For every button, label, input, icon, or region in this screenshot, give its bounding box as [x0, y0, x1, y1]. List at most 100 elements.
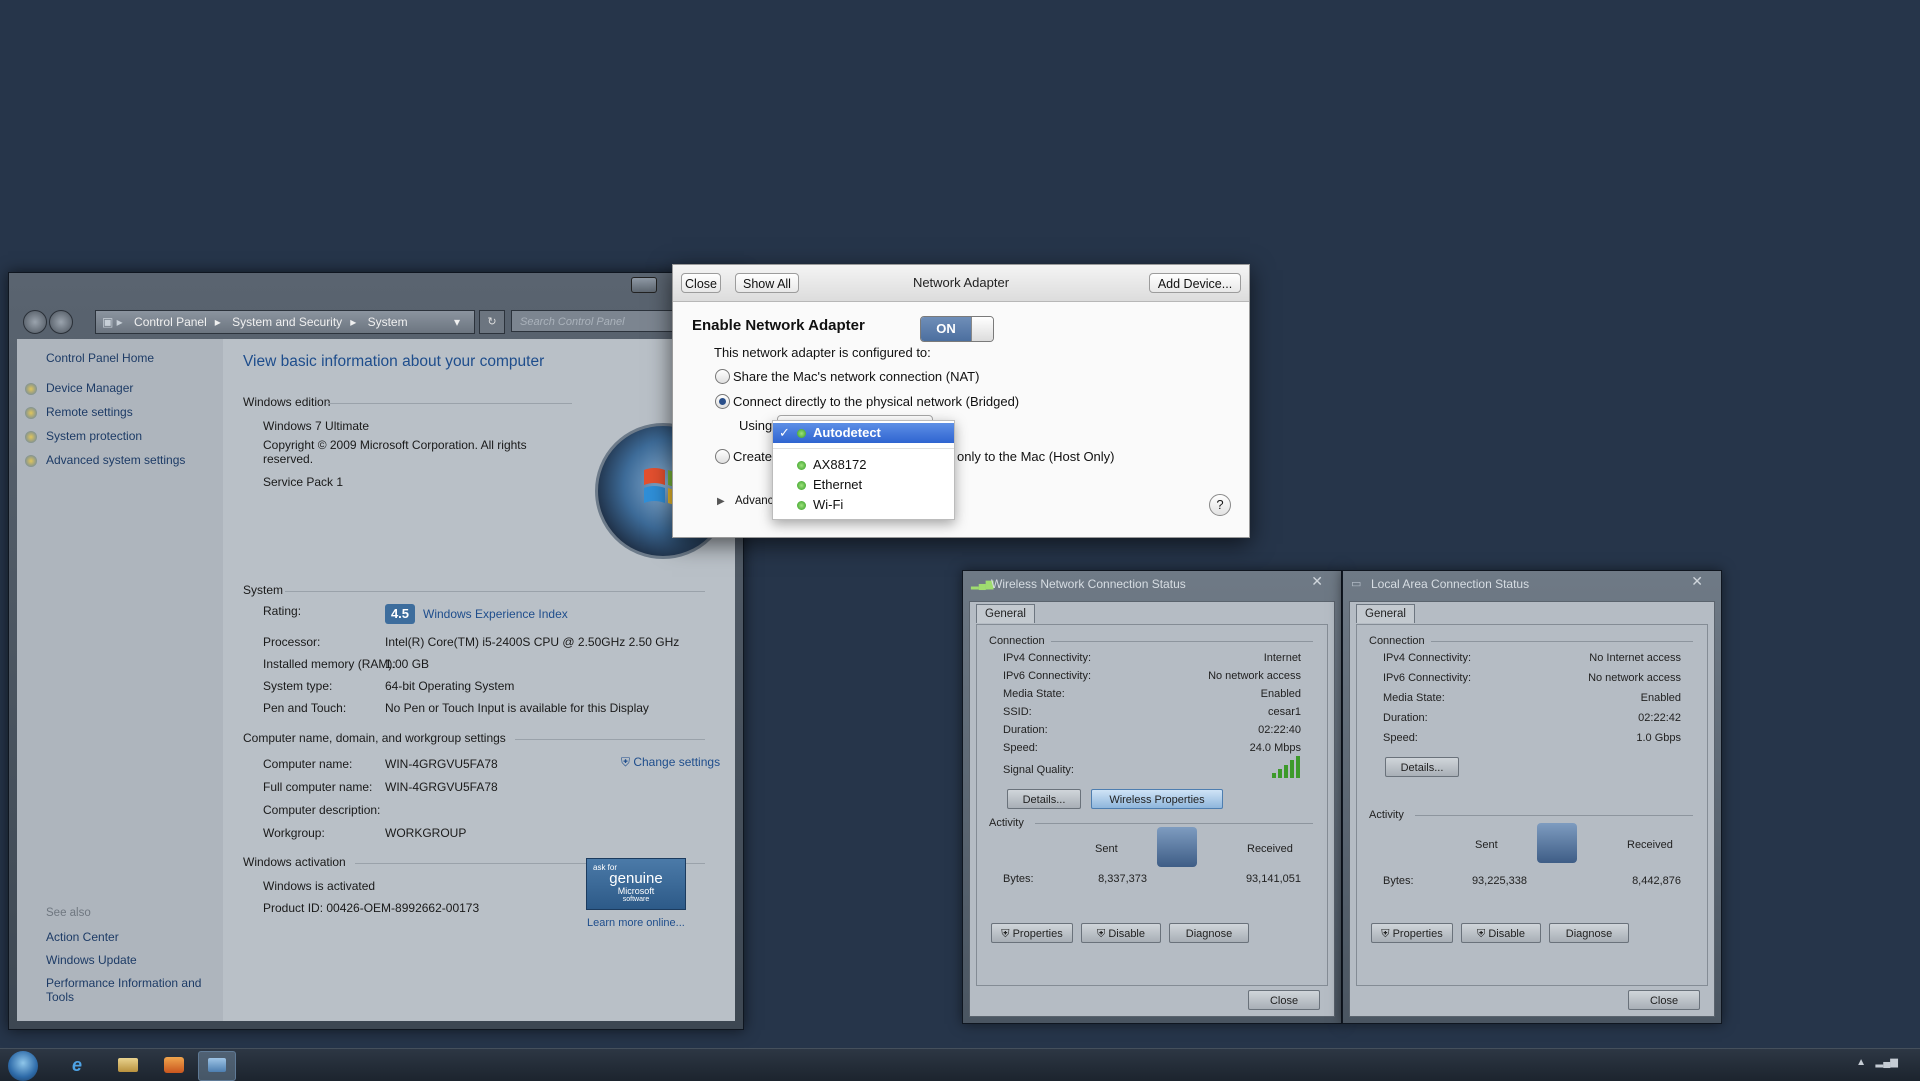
forward-button[interactable] — [49, 310, 73, 334]
tab-general[interactable]: General — [1356, 604, 1415, 623]
windows-experience-index-link[interactable]: Windows Experience Index — [423, 607, 568, 621]
breadcrumb-separator-icon: ▸ — [214, 315, 221, 329]
refresh-button[interactable]: ↻ — [479, 310, 505, 334]
host-only-suffix[interactable]: only to the Mac (Host Only) — [957, 449, 1115, 464]
windows-update-link[interactable]: Windows Update — [46, 953, 137, 967]
pen-touch-value: No Pen or Touch Input is available for t… — [385, 701, 649, 715]
checkmark-icon: ✓ — [779, 425, 790, 440]
wei-score-badge[interactable]: 4.5 — [385, 604, 415, 624]
minimize-button[interactable] — [631, 277, 657, 293]
genuine-microsoft-logo: ask for genuine Microsoft software — [586, 858, 686, 910]
bytes-sent-value: 8,337,373 — [1098, 873, 1147, 885]
dropdown-item-autodetect[interactable]: ✓ Autodetect — [773, 423, 954, 443]
duration-label: Duration: — [1383, 712, 1428, 724]
advanced-system-settings-link[interactable]: Advanced system settings — [46, 453, 185, 467]
performance-information-link[interactable]: Performance Information and Tools — [46, 976, 216, 1004]
enable-adapter-toggle[interactable]: ON — [920, 316, 994, 342]
address-bar[interactable]: ▣ ▸ Control Panel ▸ System and Security ▸ … — [95, 310, 475, 334]
wireless-properties-button[interactable]: Wireless Properties — [1091, 789, 1223, 809]
signal-bars-icon — [1272, 756, 1300, 778]
network-icon: ▭ — [1351, 578, 1362, 590]
disclosure-triangle-icon[interactable]: ▶ — [717, 496, 725, 507]
tab-row: General — [1356, 604, 1415, 623]
add-device-button[interactable]: Add Device... — [1149, 273, 1241, 293]
change-settings-label: Change settings — [633, 755, 721, 769]
close-button[interactable]: Close — [1248, 990, 1320, 1010]
shield-icon — [25, 383, 37, 395]
dropdown-item-ax88172[interactable]: AX88172 — [773, 455, 954, 475]
bytes-label: Bytes: — [1383, 875, 1414, 887]
details-button[interactable]: Details... — [1385, 757, 1459, 777]
dropdown-item-wifi[interactable]: Wi-Fi — [773, 495, 954, 515]
ram-value: 1.00 GB — [385, 657, 430, 671]
ssid-value: cesar1 — [1267, 706, 1301, 718]
advanced-disclosure-label[interactable]: Advanc — [735, 495, 773, 507]
dropdown-item-label: Wi-Fi — [813, 497, 844, 512]
chevron-down-icon[interactable]: ▾ — [454, 311, 460, 333]
media-player-icon[interactable] — [164, 1057, 184, 1073]
workgroup-label: Workgroup: — [263, 826, 325, 840]
details-button[interactable]: Details... — [1007, 789, 1081, 809]
folder-icon[interactable] — [118, 1058, 138, 1072]
tab-pane: Connection IPv4 Connectivity: Internet I… — [976, 624, 1328, 986]
remote-settings-link[interactable]: Remote settings — [46, 405, 133, 419]
windows-edition-value: Windows 7 Ultimate — [263, 419, 370, 433]
disable-button[interactable]: ⛨ Disable — [1461, 923, 1541, 943]
control-panel-icon — [208, 1058, 226, 1072]
workgroup-value: WORKGROUP — [385, 826, 467, 840]
ipv4-label: IPv4 Connectivity: — [1383, 652, 1472, 664]
bytes-label: Bytes: — [1003, 873, 1034, 885]
connection-heading: Connection — [1369, 635, 1425, 647]
host-only-radio[interactable] — [715, 449, 730, 464]
bridged-radio[interactable] — [715, 394, 730, 409]
computer-name-label: Computer name: — [263, 757, 353, 771]
host-only-prefix[interactable]: Create — [733, 449, 772, 464]
internet-explorer-icon[interactable]: e — [72, 1055, 92, 1075]
tab-general[interactable]: General — [976, 604, 1035, 623]
close-button[interactable]: Close — [1628, 990, 1700, 1010]
close-icon[interactable]: ✕ — [1691, 573, 1703, 590]
network-tray-icon[interactable]: ▂▄▆ — [1876, 1057, 1898, 1068]
bridged-option-label[interactable]: Connect directly to the physical network… — [733, 394, 1019, 409]
system-titlebar[interactable] — [9, 273, 743, 307]
divider — [1051, 641, 1313, 642]
chevron-up-icon[interactable]: ▲ — [1856, 1057, 1866, 1068]
device-manager-link[interactable]: Device Manager — [46, 381, 133, 395]
activity-heading: Activity — [1369, 809, 1404, 821]
using-label: Using — [739, 418, 773, 433]
network-activity-icon — [1157, 827, 1197, 867]
media-state-value: Enabled — [1260, 688, 1301, 700]
properties-button[interactable]: ⛨ Properties — [1371, 923, 1453, 943]
windows-edition-heading: Windows edition — [243, 395, 331, 409]
breadcrumb-system[interactable]: System — [368, 315, 408, 329]
diagnose-button[interactable]: Diagnose — [1169, 923, 1249, 943]
toggle-knob[interactable] — [971, 317, 993, 341]
genuine-line-2: genuine — [609, 870, 663, 887]
dropdown-item-ethernet[interactable]: Ethernet — [773, 475, 954, 495]
dialog-toolbar: Close Show All Network Adapter Add Devic… — [673, 265, 1249, 302]
disable-label: Disable — [1488, 928, 1525, 940]
window-title: Local Area Connection Status — [1371, 577, 1530, 591]
help-button[interactable]: ? — [1209, 494, 1231, 516]
speed-value: 24.0 Mbps — [1249, 742, 1301, 754]
diagnose-button[interactable]: Diagnose — [1549, 923, 1629, 943]
sent-label: Sent — [1475, 839, 1498, 851]
start-button[interactable] — [8, 1051, 38, 1081]
control-panel-home-link[interactable]: Control Panel Home — [46, 351, 154, 365]
status-dot-icon — [797, 481, 806, 490]
properties-button[interactable]: ⛨ Properties — [991, 923, 1073, 943]
processor-label: Processor: — [263, 635, 321, 649]
disable-button[interactable]: ⛨ Disable — [1081, 923, 1161, 943]
back-button[interactable] — [23, 310, 47, 334]
nat-option-label[interactable]: Share the Mac's network connection (NAT) — [733, 369, 979, 384]
change-settings-link[interactable]: ⛨ Change settings — [621, 755, 720, 770]
control-panel-taskbar-button[interactable] — [198, 1051, 236, 1081]
breadcrumb-control-panel[interactable]: Control Panel — [134, 315, 207, 329]
ssid-label: SSID: — [1003, 706, 1032, 718]
action-center-link[interactable]: Action Center — [46, 930, 119, 944]
close-icon[interactable]: ✕ — [1311, 573, 1323, 590]
breadcrumb-system-security[interactable]: System and Security — [232, 315, 342, 329]
nat-radio[interactable] — [715, 369, 730, 384]
learn-more-link[interactable]: Learn more online... — [587, 917, 685, 929]
system-protection-link[interactable]: System protection — [46, 429, 142, 443]
